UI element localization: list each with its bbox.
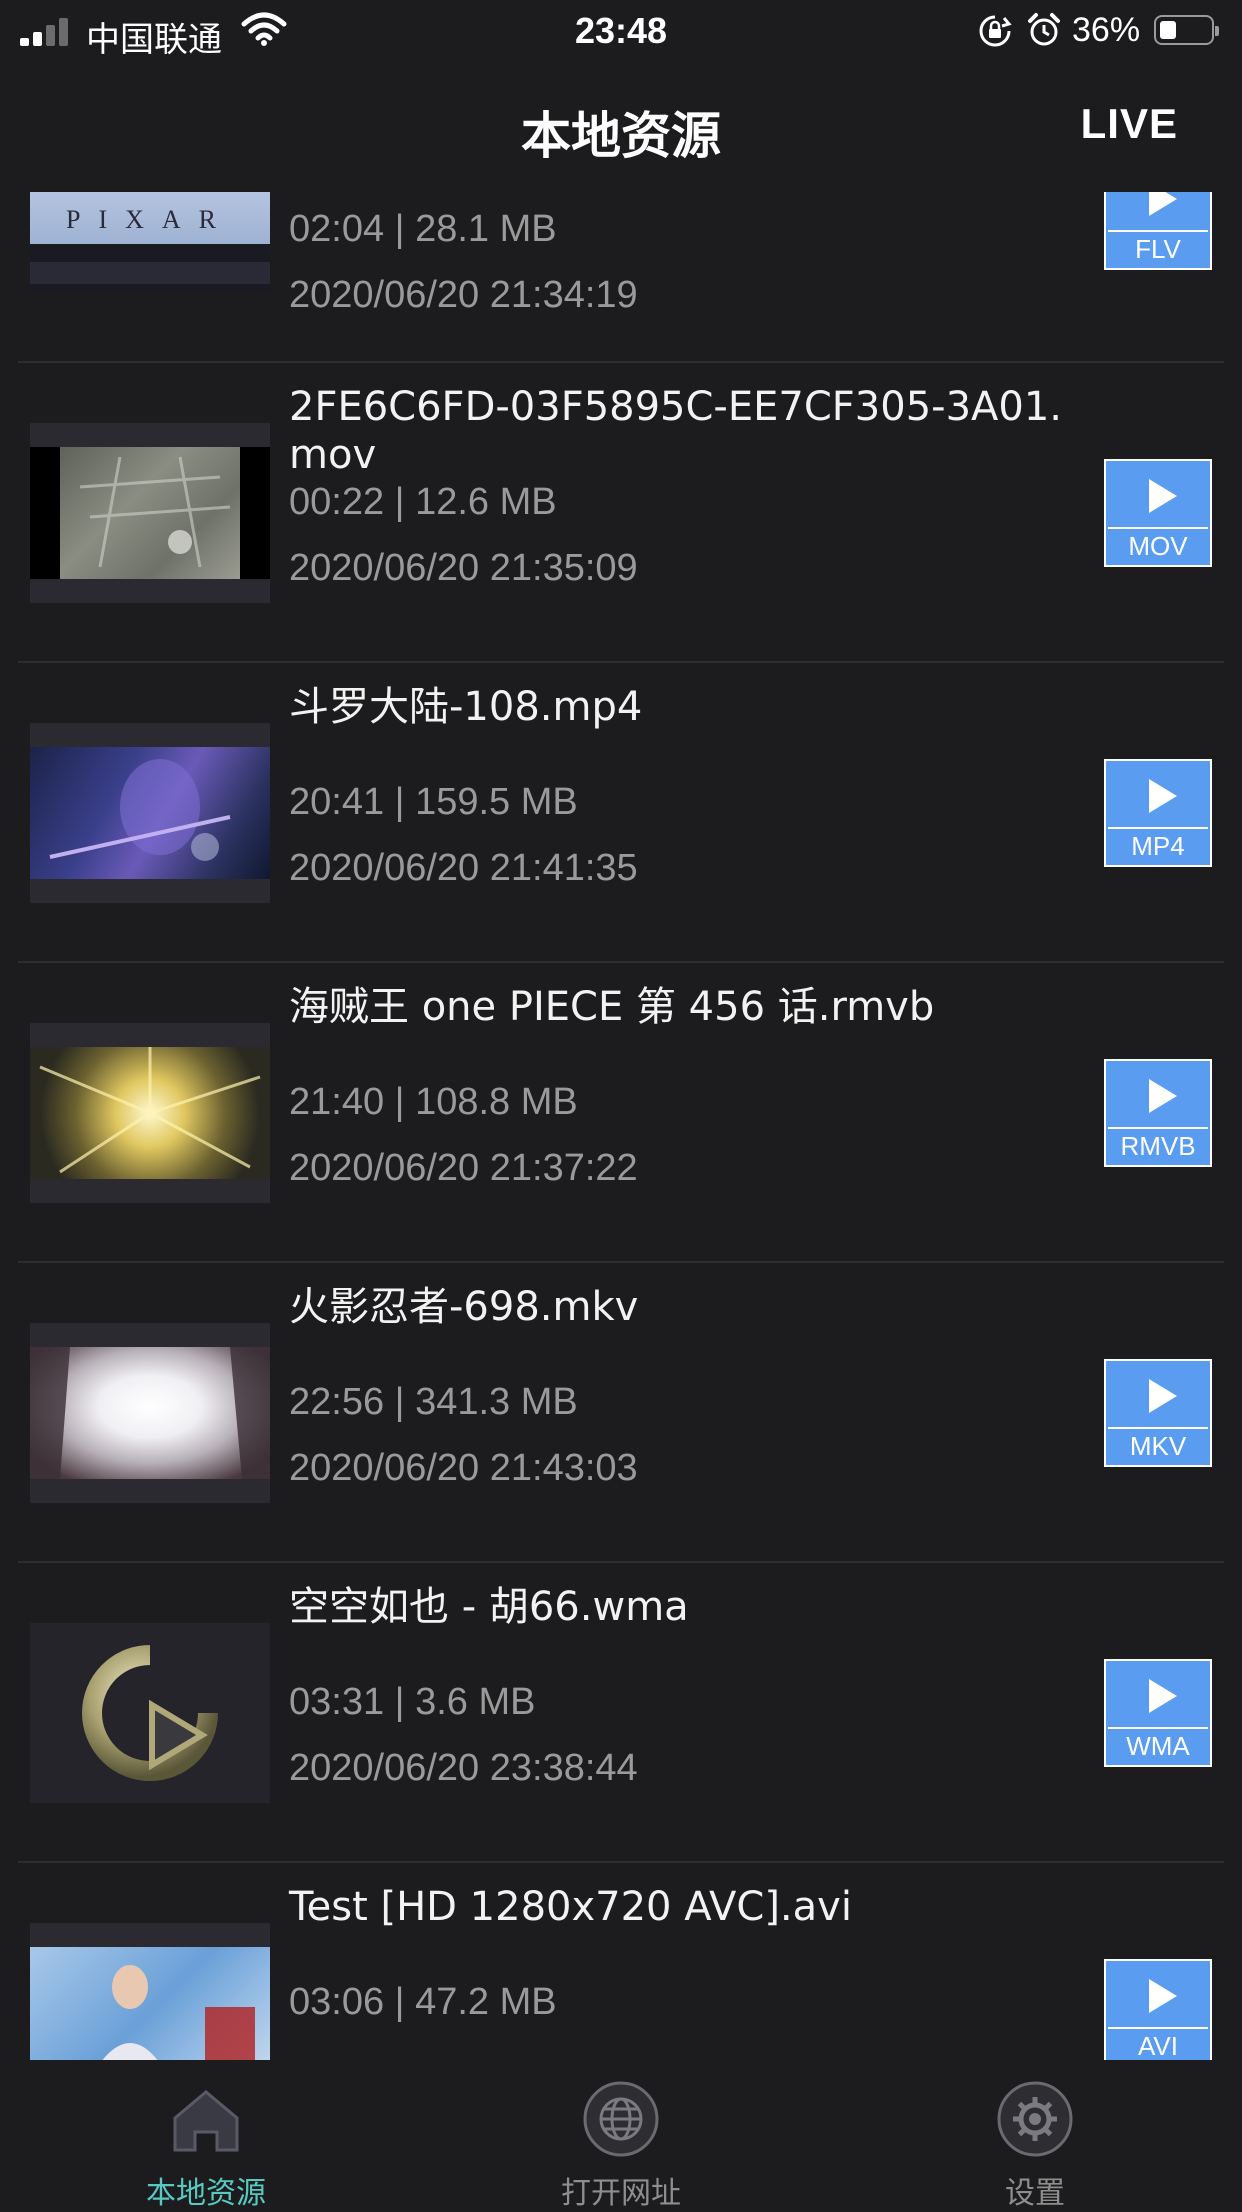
video-title: 斗罗大陆-108.mp4 [289,684,643,730]
video-thumbnail: PIXAR [30,192,270,292]
video-title: 2FE6C6FD-03F5895C-EE7CF305-3A01. mov [289,384,1063,478]
video-thumbnail [30,723,270,903]
play-button[interactable]: MP4 [1104,759,1212,867]
alarm-icon [1028,13,1060,46]
tab-open-url[interactable]: 打开网址 [471,2060,771,2211]
date-added: 2020/06/20 21:41:35 [289,847,638,889]
list-item[interactable]: 火影忍者-698.mkv 22:56 | 341.3 MB 2020/06/20… [0,1263,1242,1561]
play-icon [1149,779,1177,813]
rotation-lock-icon [979,15,1012,47]
video-thumbnail [30,1923,270,2060]
play-button[interactable]: RMVB [1104,1059,1212,1167]
status-bar: 中国联通 23:48 36% [0,0,1242,62]
format-label: MP4 [1108,827,1208,863]
date-added: 2020/06/20 23:38:44 [289,1747,638,1789]
play-button[interactable]: MKV [1104,1359,1212,1467]
list-item[interactable]: 斗罗大陆-108.mp4 20:41 | 159.5 MB 2020/06/20… [0,663,1242,961]
list-item[interactable]: 空空如也 - 胡66.wma 03:31 | 3.6 MB 2020/06/20… [0,1563,1242,1861]
play-icon [1149,1379,1177,1413]
duration-size: 20:41 | 159.5 MB [289,781,578,823]
play-button[interactable]: WMA [1104,1659,1212,1767]
video-title: Test [HD 1280x720 AVC].avi [289,1884,852,1930]
pixar-logo: PIXAR [66,205,234,234]
list-item[interactable]: Test [HD 1280x720 AVC].avi 03:06 | 47.2 … [0,1863,1242,2060]
list-item[interactable]: PIXAR 02:04 | 28.1 MB 2020/06/20 21:34:1… [0,192,1242,362]
duration-size: 02:04 | 28.1 MB [289,208,557,250]
audio-thumbnail [30,1623,270,1803]
live-button[interactable]: LIVE [1081,100,1178,148]
date-added: 2020/06/20 21:34:19 [289,274,638,316]
tab-bar: 本地资源 打开网址 设置 [0,2060,1242,2211]
duration-size: 21:40 | 108.8 MB [289,1081,578,1123]
play-icon [1149,1979,1177,2013]
video-thumbnail [30,1323,270,1503]
play-button[interactable]: FLV [1104,192,1212,270]
play-icon [1149,1679,1177,1713]
format-label: WMA [1108,1727,1208,1763]
date-added: 2020/06/20 21:43:03 [289,1447,638,1489]
play-icon [1149,192,1177,216]
list-item[interactable]: 2FE6C6FD-03F5895C-EE7CF305-3A01. mov 00:… [0,363,1242,661]
video-title: 火影忍者-698.mkv [289,1284,639,1330]
format-label: FLV [1108,230,1208,266]
play-button[interactable]: AVI [1104,1959,1212,2060]
duration-size: 00:22 | 12.6 MB [289,481,557,523]
video-title: 海贼王 one PIECE 第 456 话.rmvb [289,984,935,1030]
video-thumbnail [30,423,270,603]
globe-icon [583,2081,659,2157]
video-list[interactable]: PIXAR 02:04 | 28.1 MB 2020/06/20 21:34:1… [0,192,1242,2060]
format-label: MOV [1108,527,1208,563]
list-item[interactable]: 海贼王 one PIECE 第 456 话.rmvb 21:40 | 108.8… [0,963,1242,1261]
tab-label: 本地资源 [146,2176,266,2211]
format-label: MKV [1108,1427,1208,1463]
date-added: 2020/06/20 21:37:22 [289,1147,638,1189]
date-added: 2020/06/20 21:35:09 [289,547,638,589]
format-label: RMVB [1108,1127,1208,1163]
play-icon [1149,1079,1177,1113]
page-title: 本地资源 [521,107,721,165]
gear-icon [997,2081,1073,2157]
video-thumbnail [30,1023,270,1203]
play-icon [1149,479,1177,513]
duration-size: 03:31 | 3.6 MB [289,1681,536,1723]
tab-label: 设置 [1005,2176,1065,2211]
svg-text:PIXAR: PIXAR [66,205,234,234]
duration-size: 03:06 | 47.2 MB [289,1981,557,2023]
media-player-logo-icon [82,1645,218,1781]
audio-title: 空空如也 - 胡66.wma [289,1584,689,1630]
play-button[interactable]: MOV [1104,459,1212,567]
format-label: AVI [1108,2027,1208,2060]
home-icon [173,2090,239,2152]
tab-settings[interactable]: 设置 [885,2060,1185,2211]
tab-local-resources[interactable]: 本地资源 [56,2060,356,2211]
battery-icon [1154,15,1219,45]
tab-label: 打开网址 [561,2176,681,2211]
duration-size: 22:56 | 341.3 MB [289,1381,578,1423]
battery-percent: 36% [1072,11,1141,49]
